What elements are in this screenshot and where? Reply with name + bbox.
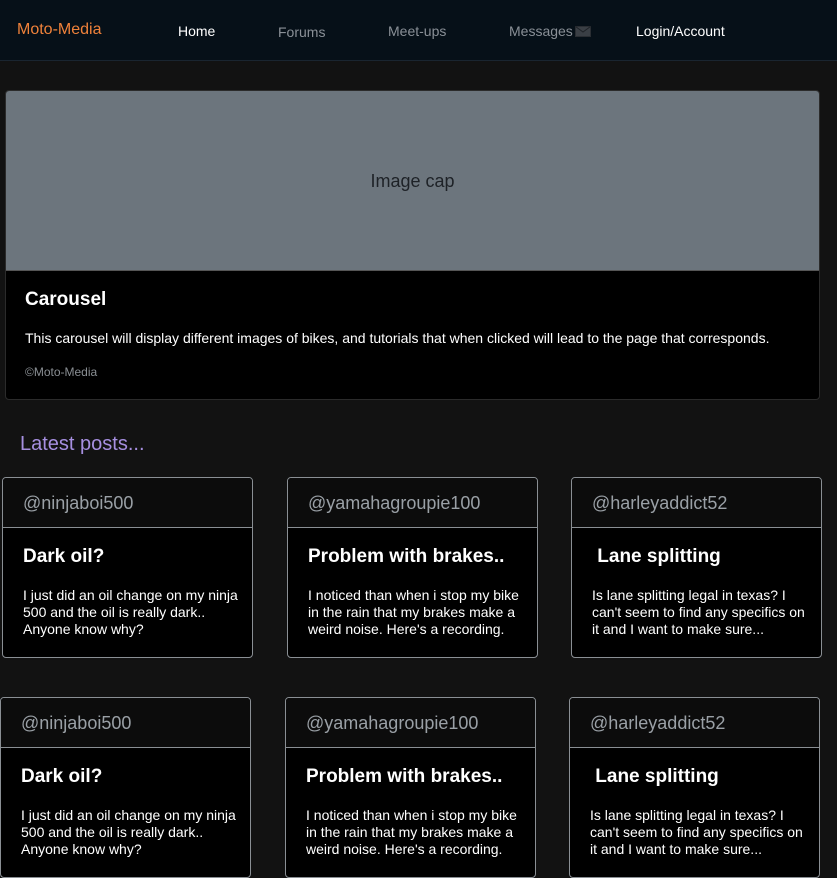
post-card-header: @yamahagroupie100 <box>286 698 535 748</box>
post-title: Problem with brakes.. <box>308 546 505 567</box>
post-title: Dark oil? <box>23 546 105 567</box>
brand-logo-link[interactable]: Moto-Media <box>17 21 101 39</box>
post-card-header: @harleyaddict52 <box>572 478 821 528</box>
post-card[interactable]: @yamahagroupie100 Problem with brakes.. … <box>285 697 536 878</box>
post-username[interactable]: @yamahagroupie100 <box>306 713 478 734</box>
post-title: Lane splitting <box>592 546 721 567</box>
post-title: Problem with brakes.. <box>306 766 503 787</box>
post-username[interactable]: @harleyaddict52 <box>590 713 725 734</box>
post-card-header: @ninjaboi500 <box>1 698 250 748</box>
post-excerpt: I noticed than when i stop my bike in th… <box>306 807 517 857</box>
post-excerpt: Is lane splitting legal in texas? I can'… <box>590 807 803 857</box>
post-card[interactable]: @harleyaddict52 Lane splitting Is lane s… <box>571 477 822 658</box>
post-card[interactable]: @ninjaboi500 Dark oil? I just did an oil… <box>2 477 253 658</box>
carousel-copyright: ©Moto-Media <box>25 365 98 379</box>
nav-messages-link[interactable]: Messages <box>509 23 591 39</box>
post-username[interactable]: @yamahagroupie100 <box>308 493 480 514</box>
nav-forums-link[interactable]: Forums <box>278 24 325 40</box>
envelope-icon <box>574 26 591 37</box>
post-title: Dark oil? <box>21 766 103 787</box>
post-card[interactable]: @yamahagroupie100 Problem with brakes.. … <box>287 477 538 658</box>
image-cap-label: Image cap <box>370 171 455 191</box>
nav-meetups-link[interactable]: Meet-ups <box>388 23 446 39</box>
post-excerpt: I noticed than when i stop my bike in th… <box>308 587 519 637</box>
post-card-header: @yamahagroupie100 <box>288 478 537 528</box>
post-card[interactable]: @harleyaddict52 Lane splitting Is lane s… <box>569 697 820 878</box>
post-title: Lane splitting <box>590 766 719 787</box>
post-excerpt: I just did an oil change on my ninja 500… <box>23 587 238 637</box>
post-username[interactable]: @harleyaddict52 <box>592 493 727 514</box>
carousel-card[interactable]: Image cap Carousel This carousel will di… <box>5 90 820 400</box>
post-card[interactable]: @ninjaboi500 Dark oil? I just did an oil… <box>0 697 251 878</box>
carousel-title: Carousel <box>25 289 107 310</box>
nav-home-link[interactable]: Home <box>178 23 215 39</box>
post-card-header: @harleyaddict52 <box>570 698 819 748</box>
post-username[interactable]: @ninjaboi500 <box>21 713 131 734</box>
post-card-header: @ninjaboi500 <box>3 478 252 528</box>
post-excerpt: Is lane splitting legal in texas? I can'… <box>592 587 805 637</box>
navbar: Moto-Media Home Forums Meet-ups Messages… <box>0 0 837 61</box>
carousel-image-placeholder[interactable]: Image cap <box>6 91 819 271</box>
nav-messages-label: Messages <box>509 23 573 39</box>
nav-login-account-link[interactable]: Login/Account <box>636 23 725 39</box>
latest-posts-heading: Latest posts... <box>20 433 145 455</box>
post-excerpt: I just did an oil change on my ninja 500… <box>21 807 236 857</box>
post-username[interactable]: @ninjaboi500 <box>23 493 133 514</box>
carousel-description: This carousel will display different ima… <box>25 330 770 346</box>
